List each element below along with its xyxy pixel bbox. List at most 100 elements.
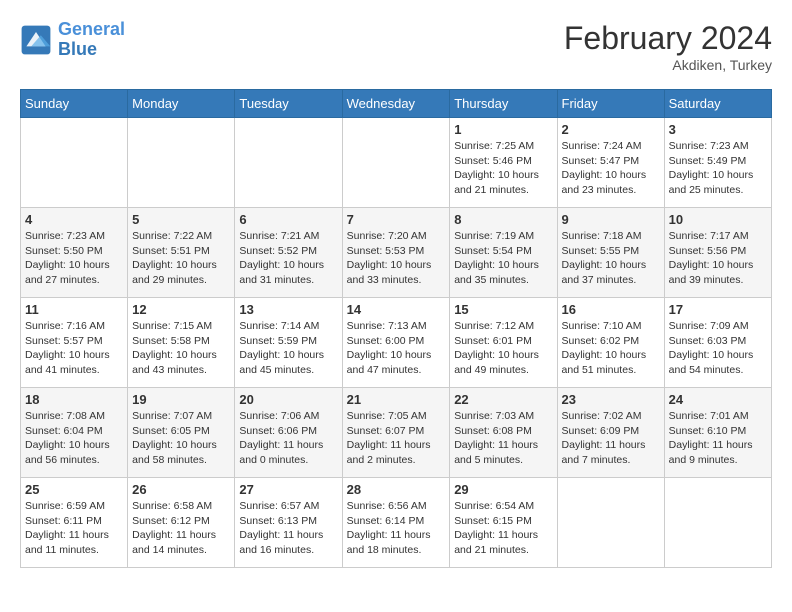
cell-content: Sunrise: 7:01 AM Sunset: 6:10 PM Dayligh… bbox=[669, 409, 767, 468]
day-number: 18 bbox=[25, 392, 123, 407]
weekday-header-friday: Friday bbox=[557, 90, 664, 118]
day-number: 6 bbox=[239, 212, 337, 227]
day-number: 11 bbox=[25, 302, 123, 317]
day-number: 12 bbox=[132, 302, 230, 317]
title-block: February 2024 Akdiken, Turkey bbox=[564, 20, 772, 73]
day-number: 16 bbox=[562, 302, 660, 317]
calendar-cell: 3 Sunrise: 7:23 AM Sunset: 5:49 PM Daylig… bbox=[664, 118, 771, 208]
calendar-cell: 4 Sunrise: 7:23 AM Sunset: 5:50 PM Daylig… bbox=[21, 208, 128, 298]
day-number: 7 bbox=[347, 212, 446, 227]
day-number: 9 bbox=[562, 212, 660, 227]
cell-content: Sunrise: 7:23 AM Sunset: 5:49 PM Dayligh… bbox=[669, 139, 767, 198]
cell-content: Sunrise: 7:17 AM Sunset: 5:56 PM Dayligh… bbox=[669, 229, 767, 288]
day-number: 22 bbox=[454, 392, 552, 407]
calendar-cell: 29Sunrise: 6:54 AM Sunset: 6:15 PM Dayli… bbox=[450, 478, 557, 568]
calendar-cell bbox=[21, 118, 128, 208]
page-header: General Blue February 2024 Akdiken, Turk… bbox=[20, 20, 772, 73]
cell-content: Sunrise: 7:06 AM Sunset: 6:06 PM Dayligh… bbox=[239, 409, 337, 468]
calendar-cell: 27 Sunrise: 6:57 AM Sunset: 6:13 PM Dayli… bbox=[235, 478, 342, 568]
calendar-week-0: 1Sunrise: 7:25 AM Sunset: 5:46 PM Daylig… bbox=[21, 118, 772, 208]
cell-content: Sunrise: 7:08 AM Sunset: 6:04 PM Dayligh… bbox=[25, 409, 123, 468]
calendar-cell: 21 Sunrise: 7:05 AM Sunset: 6:07 PM Dayli… bbox=[342, 388, 450, 478]
cell-content: Sunrise: 7:02 AM Sunset: 6:09 PM Dayligh… bbox=[562, 409, 660, 468]
cell-content: Sunrise: 6:58 AM Sunset: 6:12 PM Dayligh… bbox=[132, 499, 230, 558]
cell-content: Sunrise: 7:22 AM Sunset: 5:51 PM Dayligh… bbox=[132, 229, 230, 288]
calendar-week-3: 18 Sunrise: 7:08 AM Sunset: 6:04 PM Dayli… bbox=[21, 388, 772, 478]
calendar-cell: 9Sunrise: 7:18 AM Sunset: 5:55 PM Daylig… bbox=[557, 208, 664, 298]
calendar-cell: 11 Sunrise: 7:16 AM Sunset: 5:57 PM Dayli… bbox=[21, 298, 128, 388]
day-number: 26 bbox=[132, 482, 230, 497]
calendar-cell: 13Sunrise: 7:14 AM Sunset: 5:59 PM Dayli… bbox=[235, 298, 342, 388]
calendar-cell: 7 Sunrise: 7:20 AM Sunset: 5:53 PM Daylig… bbox=[342, 208, 450, 298]
calendar-cell: 1Sunrise: 7:25 AM Sunset: 5:46 PM Daylig… bbox=[450, 118, 557, 208]
calendar-table: SundayMondayTuesdayWednesdayThursdayFrid… bbox=[20, 89, 772, 568]
cell-content: Sunrise: 7:12 AM Sunset: 6:01 PM Dayligh… bbox=[454, 319, 552, 378]
calendar-cell bbox=[235, 118, 342, 208]
calendar-cell bbox=[342, 118, 450, 208]
weekday-header-saturday: Saturday bbox=[664, 90, 771, 118]
cell-content: Sunrise: 7:24 AM Sunset: 5:47 PM Dayligh… bbox=[562, 139, 660, 198]
calendar-cell: 17Sunrise: 7:09 AM Sunset: 6:03 PM Dayli… bbox=[664, 298, 771, 388]
calendar-cell: 6 Sunrise: 7:21 AM Sunset: 5:52 PM Daylig… bbox=[235, 208, 342, 298]
day-number: 25 bbox=[25, 482, 123, 497]
logo-line1: General bbox=[58, 19, 125, 39]
day-number: 29 bbox=[454, 482, 552, 497]
day-number: 27 bbox=[239, 482, 337, 497]
day-number: 19 bbox=[132, 392, 230, 407]
day-number: 28 bbox=[347, 482, 446, 497]
calendar-week-1: 4 Sunrise: 7:23 AM Sunset: 5:50 PM Daylig… bbox=[21, 208, 772, 298]
weekday-header-monday: Monday bbox=[128, 90, 235, 118]
cell-content: Sunrise: 7:19 AM Sunset: 5:54 PM Dayligh… bbox=[454, 229, 552, 288]
calendar-cell: 23 Sunrise: 7:02 AM Sunset: 6:09 PM Dayli… bbox=[557, 388, 664, 478]
day-number: 23 bbox=[562, 392, 660, 407]
calendar-cell: 25 Sunrise: 6:59 AM Sunset: 6:11 PM Dayli… bbox=[21, 478, 128, 568]
cell-content: Sunrise: 7:07 AM Sunset: 6:05 PM Dayligh… bbox=[132, 409, 230, 468]
calendar-cell: 18 Sunrise: 7:08 AM Sunset: 6:04 PM Dayli… bbox=[21, 388, 128, 478]
cell-content: Sunrise: 7:21 AM Sunset: 5:52 PM Dayligh… bbox=[239, 229, 337, 288]
cell-content: Sunrise: 6:59 AM Sunset: 6:11 PM Dayligh… bbox=[25, 499, 123, 558]
logo-icon bbox=[20, 24, 52, 56]
day-number: 17 bbox=[669, 302, 767, 317]
day-number: 2 bbox=[562, 122, 660, 137]
month-title: February 2024 bbox=[564, 20, 772, 57]
logo-line2: Blue bbox=[58, 39, 97, 59]
day-number: 10 bbox=[669, 212, 767, 227]
day-number: 13 bbox=[239, 302, 337, 317]
day-number: 3 bbox=[669, 122, 767, 137]
cell-content: Sunrise: 7:05 AM Sunset: 6:07 PM Dayligh… bbox=[347, 409, 446, 468]
cell-content: Sunrise: 7:03 AM Sunset: 6:08 PM Dayligh… bbox=[454, 409, 552, 468]
weekday-header-thursday: Thursday bbox=[450, 90, 557, 118]
day-number: 8 bbox=[454, 212, 552, 227]
day-number: 21 bbox=[347, 392, 446, 407]
cell-content: Sunrise: 7:16 AM Sunset: 5:57 PM Dayligh… bbox=[25, 319, 123, 378]
calendar-cell bbox=[664, 478, 771, 568]
cell-content: Sunrise: 7:20 AM Sunset: 5:53 PM Dayligh… bbox=[347, 229, 446, 288]
calendar-cell bbox=[557, 478, 664, 568]
calendar-cell: 26 Sunrise: 6:58 AM Sunset: 6:12 PM Dayli… bbox=[128, 478, 235, 568]
calendar-body: 1Sunrise: 7:25 AM Sunset: 5:46 PM Daylig… bbox=[21, 118, 772, 568]
calendar-cell: 10 Sunrise: 7:17 AM Sunset: 5:56 PM Dayli… bbox=[664, 208, 771, 298]
calendar-cell: 5 Sunrise: 7:22 AM Sunset: 5:51 PM Daylig… bbox=[128, 208, 235, 298]
weekday-header-row: SundayMondayTuesdayWednesdayThursdayFrid… bbox=[21, 90, 772, 118]
calendar-cell: 19 Sunrise: 7:07 AM Sunset: 6:05 PM Dayli… bbox=[128, 388, 235, 478]
calendar-week-4: 25 Sunrise: 6:59 AM Sunset: 6:11 PM Dayli… bbox=[21, 478, 772, 568]
weekday-header-sunday: Sunday bbox=[21, 90, 128, 118]
calendar-cell bbox=[128, 118, 235, 208]
day-number: 4 bbox=[25, 212, 123, 227]
calendar-cell: 20 Sunrise: 7:06 AM Sunset: 6:06 PM Dayli… bbox=[235, 388, 342, 478]
logo: General Blue bbox=[20, 20, 125, 60]
day-number: 24 bbox=[669, 392, 767, 407]
day-number: 15 bbox=[454, 302, 552, 317]
calendar-cell: 22 Sunrise: 7:03 AM Sunset: 6:08 PM Dayli… bbox=[450, 388, 557, 478]
calendar-cell: 8 Sunrise: 7:19 AM Sunset: 5:54 PM Daylig… bbox=[450, 208, 557, 298]
logo-text: General Blue bbox=[58, 20, 125, 60]
cell-content: Sunrise: 6:57 AM Sunset: 6:13 PM Dayligh… bbox=[239, 499, 337, 558]
cell-content: Sunrise: 7:23 AM Sunset: 5:50 PM Dayligh… bbox=[25, 229, 123, 288]
day-number: 1 bbox=[454, 122, 552, 137]
day-number: 20 bbox=[239, 392, 337, 407]
calendar-cell: 14Sunrise: 7:13 AM Sunset: 6:00 PM Dayli… bbox=[342, 298, 450, 388]
day-number: 5 bbox=[132, 212, 230, 227]
weekday-header-wednesday: Wednesday bbox=[342, 90, 450, 118]
calendar-cell: 28 Sunrise: 6:56 AM Sunset: 6:14 PM Dayli… bbox=[342, 478, 450, 568]
cell-content: Sunrise: 6:56 AM Sunset: 6:14 PM Dayligh… bbox=[347, 499, 446, 558]
